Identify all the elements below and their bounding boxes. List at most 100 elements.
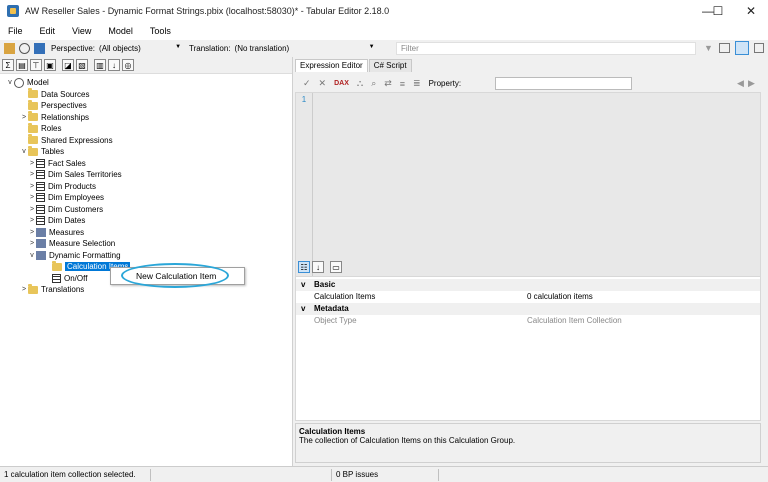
sum-icon[interactable]: Σ bbox=[2, 59, 14, 71]
tree-item[interactable]: > Relationships bbox=[20, 111, 90, 124]
tree-item[interactable]: > Dim Products bbox=[28, 181, 96, 193]
tree-item[interactable]: > Dim Customers bbox=[28, 204, 103, 216]
comment-icon[interactable]: ≡ bbox=[400, 79, 405, 89]
view-icon[interactable] bbox=[719, 43, 730, 53]
tree-item-label: Fact Sales bbox=[48, 158, 86, 168]
translation-select[interactable]: (No translation) ▼ bbox=[235, 42, 377, 55]
cancel-icon[interactable]: ✕ bbox=[319, 78, 327, 89]
dependencies-icon[interactable]: ⛬ bbox=[357, 78, 363, 89]
tab-expression-editor[interactable]: Expression Editor bbox=[295, 59, 368, 72]
categorized-icon[interactable]: ☷ bbox=[298, 261, 310, 273]
tree-item[interactable]: v Dynamic Formatting bbox=[28, 250, 121, 262]
chevron-right-icon[interactable]: > bbox=[28, 194, 36, 201]
tree-item-label: Dim Sales Territories bbox=[48, 170, 122, 180]
property-pages-icon[interactable]: ▭ bbox=[330, 261, 342, 273]
hierarchy-icon[interactable]: ⊤ bbox=[30, 59, 42, 71]
filter-toggle-icon[interactable]: ▧ bbox=[76, 59, 88, 71]
tree-item[interactable]: Roles bbox=[20, 122, 61, 135]
column-icon[interactable]: ▤ bbox=[16, 59, 28, 71]
perspective-label: Perspective: bbox=[51, 44, 96, 53]
status-separator bbox=[331, 469, 332, 481]
tree-item[interactable]: > Dim Dates bbox=[28, 215, 85, 227]
accept-icon[interactable]: ✓ bbox=[303, 78, 311, 89]
chevron-down-icon[interactable]: v bbox=[20, 148, 28, 155]
funnel-icon[interactable]: ▼ bbox=[704, 43, 713, 53]
layout-icon[interactable] bbox=[735, 41, 749, 55]
back-icon[interactable]: ◀ bbox=[737, 78, 744, 89]
perspective-select[interactable]: (All objects) ▼ bbox=[99, 42, 183, 55]
menu-view[interactable]: View bbox=[70, 25, 93, 37]
tree-item[interactable]: > Dim Employees bbox=[28, 192, 104, 204]
folder-icon bbox=[28, 99, 38, 110]
tree-item-label: Dim Products bbox=[48, 181, 97, 191]
chevron-right-icon[interactable]: > bbox=[28, 206, 36, 213]
hidden-icon[interactable]: ◪ bbox=[62, 59, 74, 71]
tree-item[interactable]: > Translations bbox=[20, 283, 84, 296]
tree-item[interactable]: > Dim Sales Territories bbox=[28, 169, 122, 181]
chevron-right-icon[interactable]: > bbox=[28, 217, 36, 224]
chevron-right-icon[interactable]: > bbox=[28, 240, 36, 247]
tree-root-label: Model bbox=[27, 78, 49, 88]
menu-model[interactable]: Model bbox=[106, 25, 135, 37]
close-button[interactable]: ✕ bbox=[731, 0, 768, 22]
settings-icon[interactable]: ◎ bbox=[122, 59, 134, 71]
chevron-right-icon[interactable]: > bbox=[28, 171, 36, 178]
chevron-down-icon: v bbox=[8, 79, 12, 87]
chevron-right-icon[interactable]: > bbox=[28, 183, 36, 190]
right-panel: Expression Editor C# Script ✓ ✕ DAX ⛬ ⌕ … bbox=[295, 57, 768, 466]
chevron-right-icon[interactable]: > bbox=[20, 286, 28, 293]
replace-icon[interactable]: ⇄ bbox=[384, 78, 392, 89]
editor-toolbar: ✓ ✕ DAX ⛬ ⌕ ⇄ ≡ ≣ Property: ◀ ▶ bbox=[295, 75, 768, 92]
uncomment-icon[interactable]: ≣ bbox=[413, 78, 421, 89]
tree-item-label: On/Off bbox=[64, 273, 88, 283]
chevron-right-icon[interactable]: > bbox=[20, 114, 28, 121]
status-bp-issues[interactable]: 0 BP issues bbox=[336, 470, 378, 479]
partition-icon[interactable]: ▣ bbox=[44, 59, 56, 71]
status-separator bbox=[438, 469, 439, 481]
category-metadata[interactable]: v Metadata bbox=[296, 303, 760, 315]
menu-file[interactable]: File bbox=[6, 25, 25, 37]
chevron-down-icon[interactable]: v bbox=[28, 252, 36, 259]
dax-format-icon[interactable]: DAX bbox=[334, 80, 349, 87]
tree-item[interactable]: Data Sources bbox=[20, 88, 89, 101]
menu-edit[interactable]: Edit bbox=[38, 25, 58, 37]
chevron-right-icon[interactable]: > bbox=[28, 160, 36, 167]
menu-tools[interactable]: Tools bbox=[148, 25, 173, 37]
property-row[interactable]: Calculation Items 0 calculation items bbox=[296, 291, 760, 303]
sort-icon[interactable]: ↓ bbox=[108, 59, 120, 71]
columns-icon[interactable]: ▥ bbox=[94, 59, 106, 71]
tree-item[interactable]: v Tables bbox=[20, 145, 65, 158]
tree-root[interactable]: v Model bbox=[6, 77, 49, 89]
tree-item[interactable]: Perspectives bbox=[20, 99, 87, 112]
save-icon[interactable] bbox=[34, 43, 45, 54]
property-row[interactable]: Object Type Calculation Item Collection bbox=[296, 315, 760, 327]
folder-icon bbox=[28, 145, 38, 156]
tree-item[interactable]: > Measure Selection bbox=[28, 238, 115, 250]
chevron-right-icon[interactable]: > bbox=[28, 229, 36, 236]
tree-item[interactable]: > Fact Sales bbox=[28, 158, 86, 170]
calc-icon bbox=[36, 250, 46, 260]
folder-icon bbox=[28, 122, 38, 133]
filter-input[interactable]: Filter bbox=[396, 42, 696, 55]
tree-item[interactable]: Shared Expressions bbox=[20, 134, 113, 147]
property-select[interactable] bbox=[495, 77, 632, 90]
table-icon bbox=[36, 158, 45, 168]
model-icon[interactable] bbox=[19, 43, 30, 54]
calc-icon bbox=[36, 227, 46, 237]
tab-csharp-script[interactable]: C# Script bbox=[368, 59, 412, 72]
tree-item-label: Dim Employees bbox=[48, 193, 105, 203]
tree-item[interactable]: > Measures bbox=[28, 227, 84, 239]
forward-icon[interactable]: ▶ bbox=[748, 78, 755, 89]
panel-icon[interactable] bbox=[754, 43, 764, 53]
property-toolbar: ☷ ↓ ▭ bbox=[295, 258, 768, 276]
category-basic[interactable]: v Basic bbox=[296, 279, 760, 291]
translation-value: (No translation) bbox=[234, 44, 290, 53]
find-icon[interactable]: ⌕ bbox=[371, 78, 376, 89]
tree-item[interactable]: On/Off bbox=[44, 273, 87, 285]
open-folder-icon[interactable] bbox=[4, 43, 15, 54]
title-bar: AW Reseller Sales - Dynamic Format Strin… bbox=[0, 0, 768, 22]
alphabetical-icon[interactable]: ↓ bbox=[312, 261, 324, 273]
tree-item-label: Relationships bbox=[41, 112, 90, 122]
table-icon bbox=[36, 193, 45, 203]
tree-item-label: Tables bbox=[41, 147, 65, 157]
